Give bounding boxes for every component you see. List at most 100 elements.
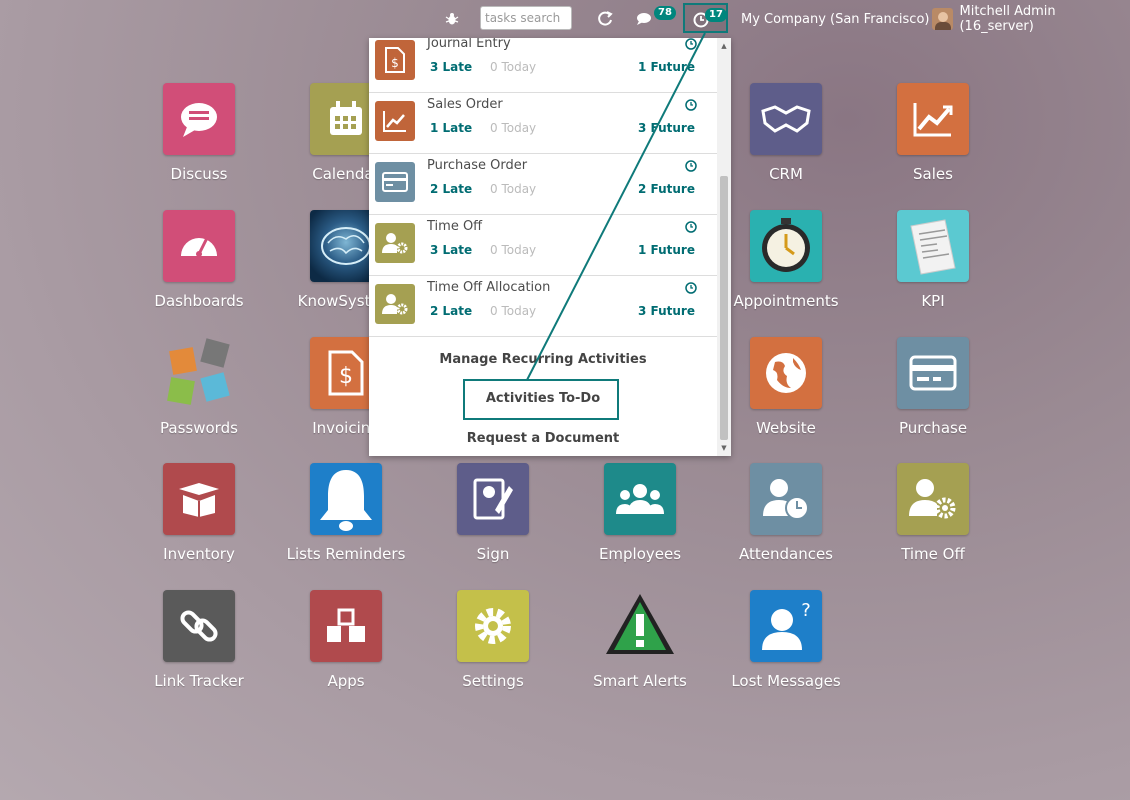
avatar: [932, 8, 954, 30]
activity-row-time-off-allocation[interactable]: Time Off Allocation 2 Late 0 Today 3 Fut…: [369, 276, 717, 337]
clock-icon[interactable]: [685, 38, 697, 50]
activities-todo-link[interactable]: Activities To-Do: [369, 391, 717, 406]
app-appointments[interactable]: Appointments: [716, 210, 856, 310]
clock-icon[interactable]: [685, 99, 697, 111]
activity-name: Time Off: [427, 219, 483, 234]
scroll-up-arrow-icon[interactable]: ▲: [720, 42, 728, 50]
app-website[interactable]: Website: [716, 337, 856, 437]
late-count[interactable]: 2 Late: [430, 304, 472, 318]
future-count[interactable]: 3 Future: [638, 121, 695, 135]
stopwatch-icon: [750, 210, 822, 282]
activities-dropdown: $ Journal Entry 3 Late 0 Today 1 Future …: [369, 38, 731, 456]
chat-bubbles-icon: [637, 13, 651, 25]
app-discuss[interactable]: Discuss: [129, 83, 269, 183]
manage-recurring-activities-link[interactable]: Manage Recurring Activities: [369, 352, 717, 367]
late-count[interactable]: 2 Late: [430, 182, 472, 196]
user-question-icon: ?: [750, 590, 822, 662]
app-label: Sign: [476, 545, 510, 563]
box-icon: [163, 463, 235, 535]
user-menu[interactable]: Mitchell Admin (16_server): [932, 0, 1130, 38]
app-dashboards[interactable]: Dashboards: [129, 210, 269, 310]
svg-text:$: $: [391, 56, 399, 70]
today-count[interactable]: 0 Today: [490, 182, 536, 196]
app-label: Employees: [598, 545, 682, 563]
credit-card-icon: [897, 337, 969, 409]
chat-icon: [163, 83, 235, 155]
messages-menu[interactable]: 78: [636, 0, 676, 38]
clock-icon[interactable]: [685, 221, 697, 233]
app-label: Dashboards: [154, 292, 244, 310]
activity-name: Journal Entry: [427, 38, 511, 51]
scroll-down-arrow-icon[interactable]: ▼: [720, 444, 728, 452]
scroll-thumb[interactable]: [720, 176, 728, 440]
app-label: Settings: [462, 672, 524, 690]
request-document-link[interactable]: Request a Document: [369, 431, 717, 446]
app-label: Time Off: [901, 545, 965, 563]
app-sign[interactable]: Sign: [423, 463, 563, 563]
app-time-off[interactable]: Time Off: [863, 463, 1003, 563]
clock-icon[interactable]: [685, 160, 697, 172]
future-count[interactable]: 3 Future: [638, 304, 695, 318]
app-inventory[interactable]: Inventory: [129, 463, 269, 563]
tasks-search-input[interactable]: [480, 6, 572, 30]
today-count[interactable]: 0 Today: [490, 121, 536, 135]
app-employees[interactable]: Employees: [570, 463, 710, 563]
app-link-tracker[interactable]: Link Tracker: [129, 590, 269, 690]
app-lost-messages[interactable]: ? Lost Messages: [716, 590, 856, 690]
activity-row-time-off[interactable]: Time Off 3 Late 0 Today 1 Future: [369, 215, 717, 276]
app-crm[interactable]: CRM: [716, 83, 856, 183]
app-kpi[interactable]: KPI: [863, 210, 1003, 310]
app-label: Link Tracker: [154, 672, 244, 690]
globe-icon: [750, 337, 822, 409]
bell-icon: [310, 463, 382, 535]
late-count[interactable]: 1 Late: [430, 121, 472, 135]
app-label: Smart Alerts: [593, 672, 687, 690]
dropdown-scrollbar[interactable]: ▲ ▼: [717, 38, 731, 456]
activity-row-purchase-order[interactable]: Purchase Order 2 Late 0 Today 2 Future: [369, 154, 717, 215]
future-count[interactable]: 1 Future: [638, 60, 695, 74]
gear-icon: [457, 590, 529, 662]
late-count[interactable]: 3 Late: [430, 243, 472, 257]
svg-text:?: ?: [801, 600, 811, 621]
chart-up-icon: [897, 83, 969, 155]
activities-count-badge: 17: [705, 8, 727, 22]
company-switcher[interactable]: My Company (San Francisco): [741, 0, 929, 38]
app-attendances[interactable]: Attendances: [716, 463, 856, 563]
today-count[interactable]: 0 Today: [490, 243, 536, 257]
app-label: Website: [756, 419, 816, 437]
late-count[interactable]: 3 Late: [430, 60, 472, 74]
future-count[interactable]: 2 Future: [638, 182, 695, 196]
refresh-icon[interactable]: [596, 0, 616, 38]
gauge-icon: [163, 210, 235, 282]
app-sales[interactable]: Sales: [863, 83, 1003, 183]
app-lists-reminders[interactable]: Lists Reminders: [276, 463, 416, 563]
clock-icon[interactable]: [685, 282, 697, 294]
activities-menu-button[interactable]: 17: [683, 3, 728, 33]
activity-row-sales-order[interactable]: Sales Order 1 Late 0 Today 3 Future: [369, 93, 717, 154]
app-label: Passwords: [160, 419, 238, 437]
app-label: Lost Messages: [731, 672, 841, 690]
user-name: Mitchell Admin (16_server): [959, 4, 1056, 34]
app-label: Sales: [913, 165, 953, 183]
future-count[interactable]: 1 Future: [638, 243, 695, 257]
app-smart-alerts[interactable]: Smart Alerts: [570, 590, 710, 690]
app-purchase[interactable]: Purchase: [863, 337, 1003, 437]
link-icon: [163, 590, 235, 662]
app-label: CRM: [769, 165, 803, 183]
user-clock-icon: [750, 463, 822, 535]
app-settings[interactable]: Settings: [423, 590, 563, 690]
activity-name: Purchase Order: [427, 158, 528, 173]
app-label: Purchase: [898, 419, 968, 437]
app-apps[interactable]: Apps: [276, 590, 416, 690]
activity-name: Time Off Allocation: [427, 280, 551, 295]
app-label: Discuss: [170, 165, 228, 183]
today-count[interactable]: 0 Today: [490, 304, 536, 318]
app-label: Lists Reminders: [286, 545, 406, 563]
credit-card-icon: [375, 162, 415, 202]
debug-bug-icon[interactable]: [444, 0, 460, 38]
today-count[interactable]: 0 Today: [490, 60, 536, 74]
activity-row-journal-entry[interactable]: $ Journal Entry 3 Late 0 Today 1 Future: [369, 38, 717, 93]
app-passwords[interactable]: Passwords: [129, 337, 269, 437]
user-gear-icon: [375, 223, 415, 263]
app-label: KPI: [921, 292, 945, 310]
